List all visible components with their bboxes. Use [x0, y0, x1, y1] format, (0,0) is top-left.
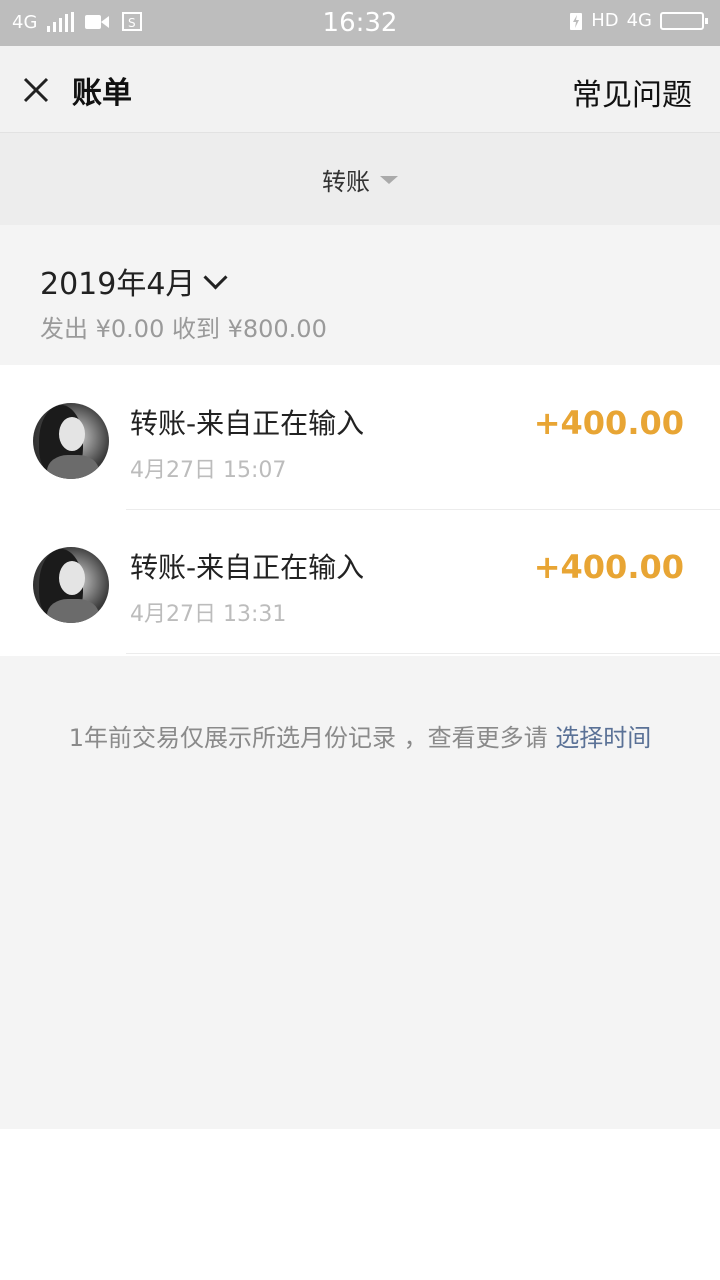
dropdown-caret-icon — [380, 176, 398, 184]
month-summary: 2019年4月 发出 ¥0.00 收到 ¥800.00 — [0, 225, 720, 365]
transaction-row[interactable]: 转账-来自正在输入 4月27日 13:31 +400.00 — [0, 510, 720, 654]
type-filter[interactable]: 转账 — [0, 133, 720, 225]
month-totals: 发出 ¥0.00 收到 ¥800.00 — [40, 315, 327, 343]
filter-label: 转账 — [322, 167, 370, 196]
transaction-row[interactable]: 转账-来自正在输入 4月27日 15:07 +400.00 — [0, 366, 720, 510]
faq-link[interactable]: 常见问题 — [572, 70, 692, 114]
transaction-title: 转账-来自正在输入 — [130, 551, 365, 584]
chevron-down-icon — [203, 264, 228, 290]
transaction-amount: +400.00 — [533, 548, 684, 586]
select-time-link[interactable]: 选择时间 — [555, 724, 651, 752]
transaction-title: 转账-来自正在输入 — [130, 407, 365, 440]
transaction-amount: +400.00 — [533, 404, 684, 442]
row-divider — [126, 653, 720, 654]
battery-icon — [660, 11, 708, 30]
month-label: 2019年4月 — [40, 267, 196, 302]
close-icon[interactable] — [22, 76, 50, 104]
status-right: HD 4G — [569, 10, 708, 31]
avatar — [33, 403, 109, 479]
avatar — [33, 547, 109, 623]
status-bar: 4G S 16:32 HD 4G — [0, 0, 720, 46]
battery-saver-icon — [570, 12, 583, 30]
page-title: 账单 — [72, 76, 132, 111]
transaction-time: 4月27日 13:31 — [130, 602, 287, 627]
hd-label: HD — [591, 10, 619, 31]
app-header: 账单 常见问题 — [0, 46, 720, 133]
history-note-text: 1年前交易仅展示所选月份记录 ，查看更多请 — [68, 724, 556, 752]
network-label-right: 4G — [626, 10, 652, 31]
transaction-time: 4月27日 15:07 — [130, 458, 287, 483]
footer-area: 1年前交易仅展示所选月份记录 ，查看更多请 选择时间 — [0, 656, 720, 1129]
month-selector[interactable]: 2019年4月 — [40, 259, 228, 303]
transaction-list: 转账-来自正在输入 4月27日 15:07 +400.00 转账-来自正在输入 … — [0, 366, 720, 654]
history-note: 1年前交易仅展示所选月份记录 ，查看更多请 选择时间 — [0, 718, 720, 753]
